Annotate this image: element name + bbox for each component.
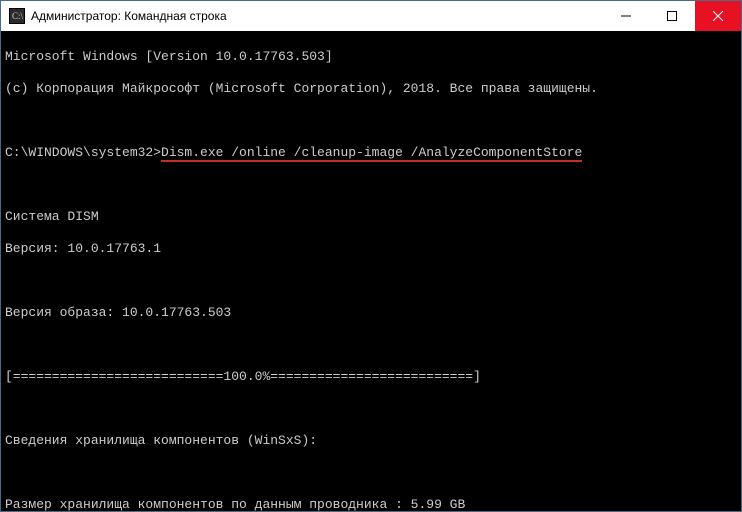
blank-line: [5, 177, 737, 193]
blank-line: [5, 465, 737, 481]
cmd-icon: C:\: [9, 8, 25, 24]
window-title: Администратор: Командная строка: [31, 9, 603, 23]
svg-text:C:\: C:\: [12, 11, 24, 21]
window-controls: [603, 1, 741, 31]
image-version: Версия образа: 10.0.17763.503: [5, 305, 737, 321]
cmd-window: C:\ Администратор: Командная строка Micr…: [0, 0, 742, 512]
dism-title: Cистема DISM: [5, 209, 737, 225]
command-line-1: C:\WINDOWS\system32>Dism.exe /online /cl…: [5, 145, 737, 161]
prompt: C:\WINDOWS\system32>: [5, 145, 161, 160]
progress-bar: [===========================100.0%======…: [5, 369, 737, 385]
blank-line: [5, 273, 737, 289]
minimize-button[interactable]: [603, 1, 649, 31]
os-version-line: Microsoft Windows [Version 10.0.17763.50…: [5, 49, 737, 65]
explorer-size: Размер хранилища компонентов по данным п…: [5, 497, 737, 511]
store-info-header: Сведения хранилища компонентов (WinSxS):: [5, 433, 737, 449]
dism-version: Версия: 10.0.17763.1: [5, 241, 737, 257]
close-button[interactable]: [695, 1, 741, 31]
titlebar[interactable]: C:\ Администратор: Командная строка: [1, 1, 741, 31]
maximize-button[interactable]: [649, 1, 695, 31]
blank-line: [5, 401, 737, 417]
blank-line: [5, 337, 737, 353]
blank-line: [5, 113, 737, 129]
terminal-output[interactable]: Microsoft Windows [Version 10.0.17763.50…: [1, 31, 741, 511]
dism-command: Dism.exe /online /cleanup-image /Analyze…: [161, 145, 582, 162]
copyright-line: (c) Корпорация Майкрософт (Microsoft Cor…: [5, 81, 737, 97]
